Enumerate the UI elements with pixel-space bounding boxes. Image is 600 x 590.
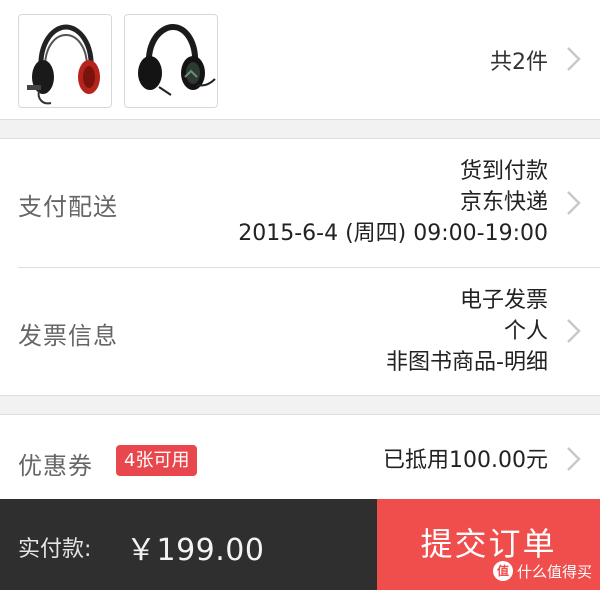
total-label: 实付款: — [18, 537, 92, 562]
divider — [0, 119, 600, 120]
divider — [0, 395, 600, 396]
chevron-right-icon[interactable] — [564, 317, 584, 345]
divider — [18, 267, 600, 268]
coupon-available-badge: 4张可用 — [116, 445, 198, 476]
invoice-content: 非图书商品-明细 — [386, 350, 548, 375]
product-thumb-2[interactable] — [124, 14, 218, 108]
checkout-bar: 实付款: ￥199.00 提交订单 值 什么值得买 — [0, 499, 600, 590]
item-count: 共2件 — [490, 50, 548, 75]
watermark: 值 什么值得买 — [492, 560, 592, 582]
delivery-label: 支付配送 — [18, 193, 118, 221]
headset-black-icon — [138, 23, 216, 96]
invoice-label: 发票信息 — [18, 322, 118, 350]
chevron-right-icon[interactable] — [564, 45, 584, 73]
headset-red-icon — [27, 24, 100, 105]
delivery-info: 货到付款 京东快递 2015-6-4 (周四) 09:00-19:00 — [238, 156, 548, 249]
payment-method: 货到付款 — [459, 159, 548, 184]
product-thumb-1[interactable] — [18, 14, 112, 108]
coupon-section[interactable]: 优惠券 已抵用100.00元 — [0, 415, 600, 499]
watermark-logo-icon: 值 — [492, 561, 513, 581]
delivery-section[interactable]: 支付配送 货到付款 京东快递 2015-6-4 (周四) 09:00-19:00… — [0, 139, 600, 395]
products-section[interactable]: 共2件 — [0, 0, 600, 119]
chevron-right-icon[interactable] — [564, 445, 584, 473]
invoice-info: 电子发票 个人 非图书商品-明细 — [386, 285, 548, 378]
total-amount: ￥199.00 — [126, 533, 265, 568]
delivery-time: 2015-6-4 (周四) 09:00-19:00 — [238, 221, 548, 246]
coupon-value: 已抵用100.00元 — [383, 448, 548, 473]
coupon-label: 优惠券 — [18, 452, 93, 480]
invoice-title: 个人 — [503, 319, 548, 344]
total-panel: 实付款: ￥199.00 — [0, 499, 377, 590]
watermark-text: 什么值得买 — [516, 562, 592, 581]
invoice-type: 电子发票 — [459, 288, 548, 313]
courier: 京东快递 — [459, 190, 548, 215]
chevron-right-icon[interactable] — [564, 189, 584, 217]
